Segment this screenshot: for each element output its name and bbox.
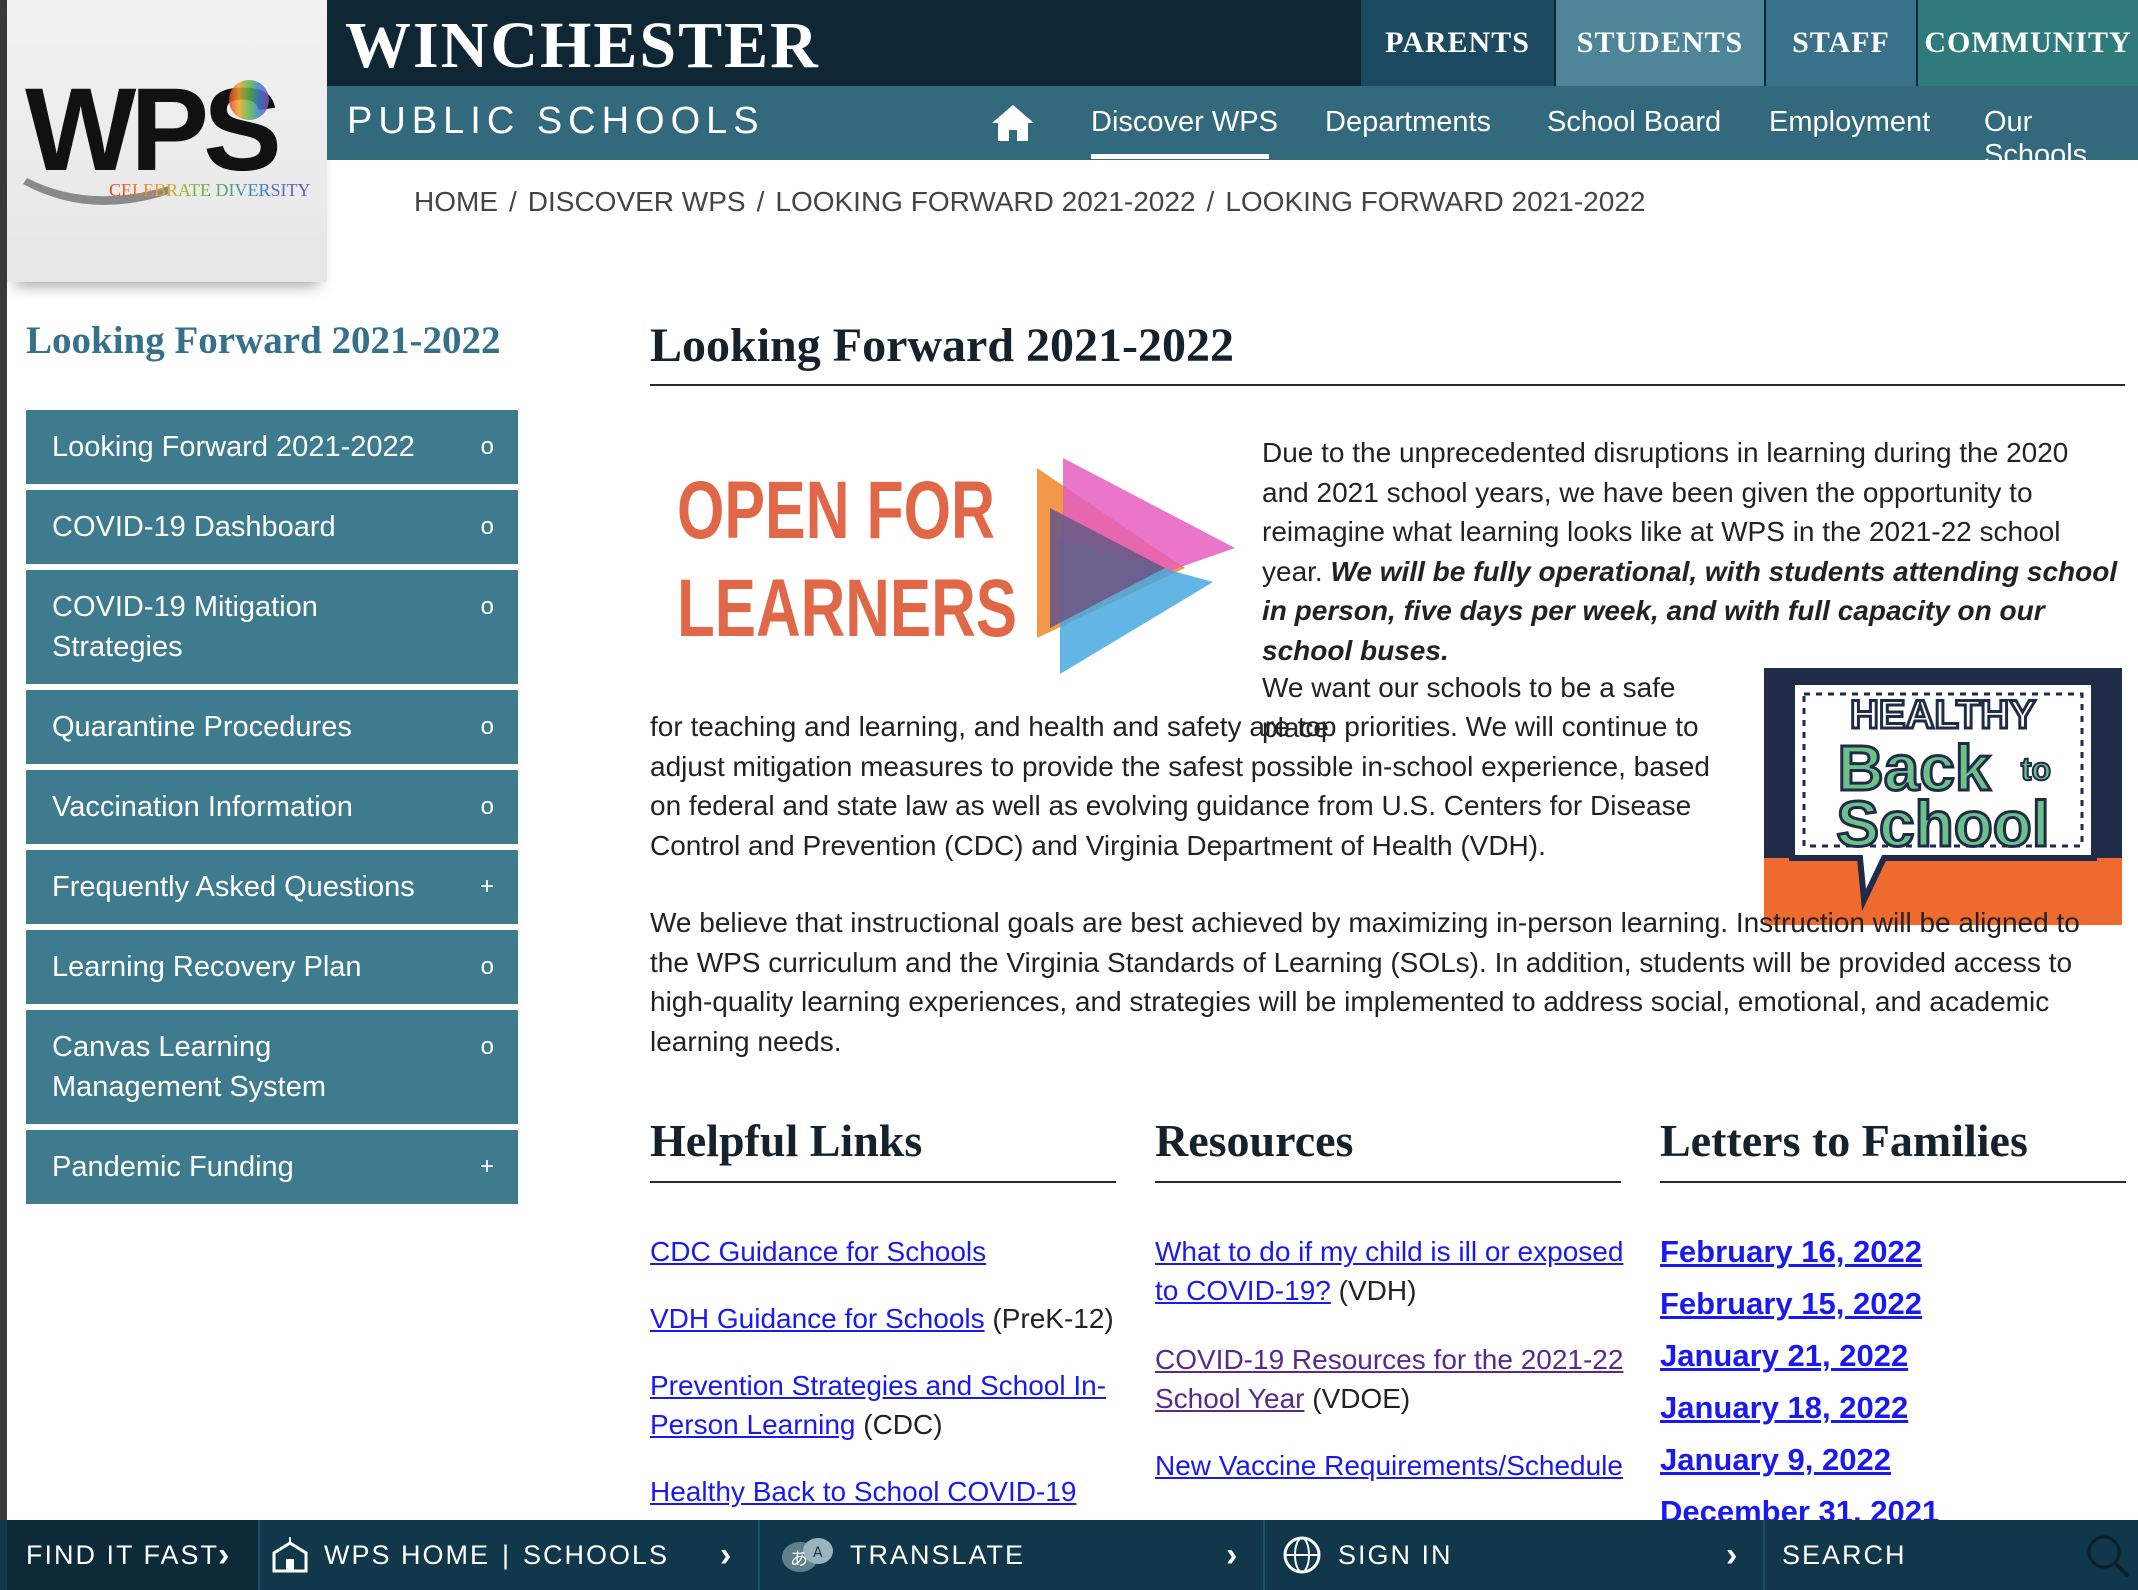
expand-marker: + [479,873,494,900]
breadcrumb-home[interactable]: HOME [414,186,498,218]
letter-link[interactable]: January 9, 2022 [1660,1442,1891,1478]
list-item: Prevention Strategies and School In-Pers… [650,1370,1107,1440]
open-for-learners-image: OPEN FOR LEARNERS [677,458,1235,674]
nav-departments[interactable]: Departments [1325,106,1491,139]
toolbar-divider [1763,1520,1765,1590]
safety-paragraph: for teaching and learning, and health an… [650,711,1710,861]
sidebar-item-faq[interactable]: Frequently Asked Questions + [26,850,518,924]
chevron-right-icon: › [1726,1536,1738,1574]
toolbar-divider [1263,1520,1265,1590]
sidebar-item-looking-forward[interactable]: Looking Forward 2021-2022 o [26,410,518,484]
toolbar-divider [258,1520,260,1590]
sidebar-item-pandemic-funding[interactable]: Pandemic Funding + [26,1130,518,1204]
audience-staff[interactable]: STAFF [1766,0,1916,86]
sidebar-item-learning-recovery[interactable]: Learning Recovery Plan o [26,930,518,1004]
chevron-right-icon: › [720,1536,732,1574]
letters-title: Letters to Families [1660,1115,2028,1166]
link-vdh-guidance[interactable]: VDH Guidance for Schools [650,1303,985,1334]
expand-marker: o [480,953,494,980]
nav-our-schools[interactable]: Our Schools [1984,106,2138,172]
svg-text:HEALTHY: HEALTHY [1850,693,2036,737]
title-divider [650,384,2125,386]
link-vaccine-requirements[interactable]: New Vaccine Requirements/Schedule [1155,1450,1623,1481]
toolbar-divider [758,1520,760,1590]
brand-subtitle[interactable]: PUBLIC SCHOOLS [347,100,765,143]
wps-logo-graphic: WPS CELEBRATE DIVERSITY [23,64,311,205]
sidebar-item-covid-dashboard[interactable]: COVID-19 Dashboard o [26,490,518,564]
translate-icon: あ A [782,1538,833,1572]
letter-link[interactable]: February 15, 2022 [1660,1286,1922,1322]
list-item: CDC Guidance for Schools [650,1232,1120,1271]
search-icon[interactable] [2084,1532,2130,1578]
breadcrumb: HOME / DISCOVER WPS / LOOKING FORWARD 2021… [414,186,1646,218]
letter-link[interactable]: January 18, 2022 [1660,1390,1908,1426]
sidebar-title: Looking Forward 2021-2022 [26,319,501,362]
nav-discover-wps[interactable]: Discover WPS [1091,106,1278,139]
sidebar-item-vaccination[interactable]: Vaccination Information o [26,770,518,844]
svg-text:CELEBRATE DIVERSITY: CELEBRATE DIVERSITY [109,180,311,200]
sign-in-button[interactable]: SIGN IN [1280,1520,1760,1590]
svg-text:School: School [1836,788,2049,860]
sidebar-item-quarantine[interactable]: Quarantine Procedures o [26,690,518,764]
expand-marker: o [480,1033,494,1060]
expand-marker: o [480,713,494,740]
svg-text:LEARNERS: LEARNERS [677,563,1017,654]
letters-divider [1660,1181,2126,1183]
expand-marker: o [480,433,494,460]
expand-marker: o [480,793,494,820]
svg-text:to: to [2021,751,2051,787]
wps-home-schools-button[interactable]: WPS HOME | SCHOOLS [270,1520,750,1590]
list-item: What to do if my child is ill or exposed… [1155,1236,1624,1306]
brand-name[interactable]: WINCHESTER [345,8,820,84]
nav-school-board[interactable]: School Board [1547,106,1721,139]
letter-link[interactable]: January 21, 2022 [1660,1338,1908,1374]
list-item: VDH Guidance for Schools (PreK-12) [650,1303,1114,1334]
breadcrumb-current: LOOKING FORWARD 2021-2022 [1225,186,1646,217]
intro-paragraph: Due to the unprecedented disruptions in … [1262,437,2118,666]
chevron-right-icon: › [1226,1536,1238,1574]
audience-students[interactable]: STUDENTS [1556,0,1764,86]
healthy-back-to-school-image: HEALTHY Back to School [1764,668,2122,925]
svg-text:A: A [813,1545,825,1561]
expand-marker: o [480,513,494,540]
link-cdc-guidance[interactable]: CDC Guidance for Schools [650,1236,986,1267]
svg-text:あ: あ [790,1549,810,1570]
logo[interactable]: WPS CELEBRATE DIVERSITY [7,0,327,282]
nav-employment[interactable]: Employment [1769,106,1930,139]
page-edge [0,0,7,1590]
svg-text:OPEN FOR: OPEN FOR [677,465,995,556]
school-icon [272,1537,308,1573]
instruction-paragraph: We believe that instructional goals are … [650,907,2080,1057]
helpful-links-title: Helpful Links [650,1115,923,1166]
translate-button[interactable]: あ A TRANSLATE [780,1520,1260,1590]
list-item: New Vaccine Requirements/Schedule [1155,1446,1630,1485]
intro-emphasis: We will be fully operational, with stude… [1262,555,2118,666]
helpful-links-divider [650,1181,1116,1183]
list-item: Healthy Back to School COVID-19 [650,1472,1120,1511]
sidebar-item-canvas[interactable]: Canvas Learning Management System o [26,1010,518,1124]
link-healthy-back-to-school[interactable]: Healthy Back to School COVID-19 [650,1476,1076,1507]
breadcrumb-discover[interactable]: DISCOVER WPS [528,186,746,218]
expand-marker: o [480,593,494,620]
letter-link[interactable]: February 16, 2022 [1660,1234,1922,1270]
audience-community[interactable]: COMMUNITY [1918,0,2138,86]
list-item: COVID-19 Resources for the 2021-22 Schoo… [1155,1344,1624,1414]
globe-icon [1283,1536,1321,1574]
expand-marker: + [479,1153,494,1180]
sidebar-nav: Looking Forward 2021-2022 o COVID-19 Dash… [26,410,518,1210]
home-icon[interactable] [990,103,1036,143]
resources-divider [1155,1181,1621,1183]
nav-active-indicator [1091,154,1269,159]
resources-title: Resources [1155,1115,1354,1166]
breadcrumb-looking-forward[interactable]: LOOKING FORWARD 2021-2022 [775,186,1195,218]
chevron-right-icon: › [218,1536,230,1574]
page-title: Looking Forward 2021-2022 [650,319,1235,372]
audience-parents[interactable]: PARENTS [1361,0,1554,86]
sidebar-item-mitigation[interactable]: COVID-19 Mitigation Strategies o [26,570,518,684]
